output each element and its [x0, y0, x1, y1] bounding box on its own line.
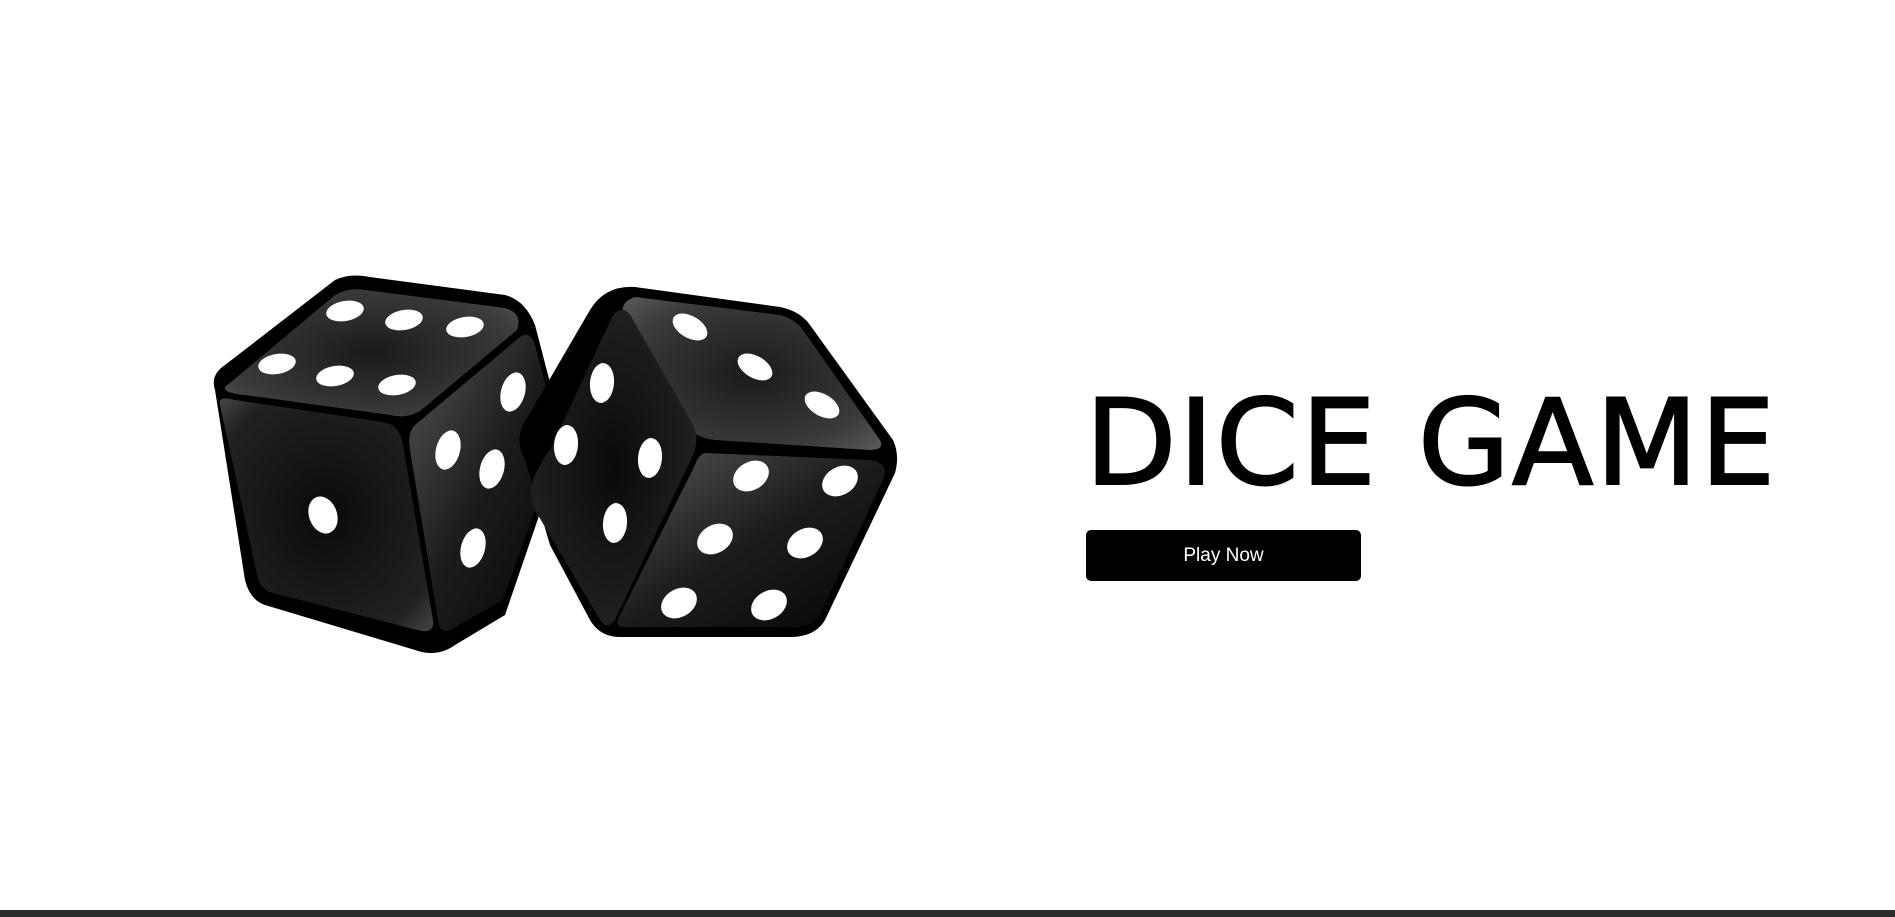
play-now-button[interactable]: Play Now: [1086, 530, 1361, 581]
hero-section: DICE GAME Play Now: [0, 0, 1895, 910]
footer-bar: [0, 910, 1895, 917]
dice-image: [213, 275, 898, 654]
right-die: [519, 286, 898, 637]
game-title: DICE GAME: [1084, 375, 1778, 513]
left-die: [213, 275, 565, 654]
